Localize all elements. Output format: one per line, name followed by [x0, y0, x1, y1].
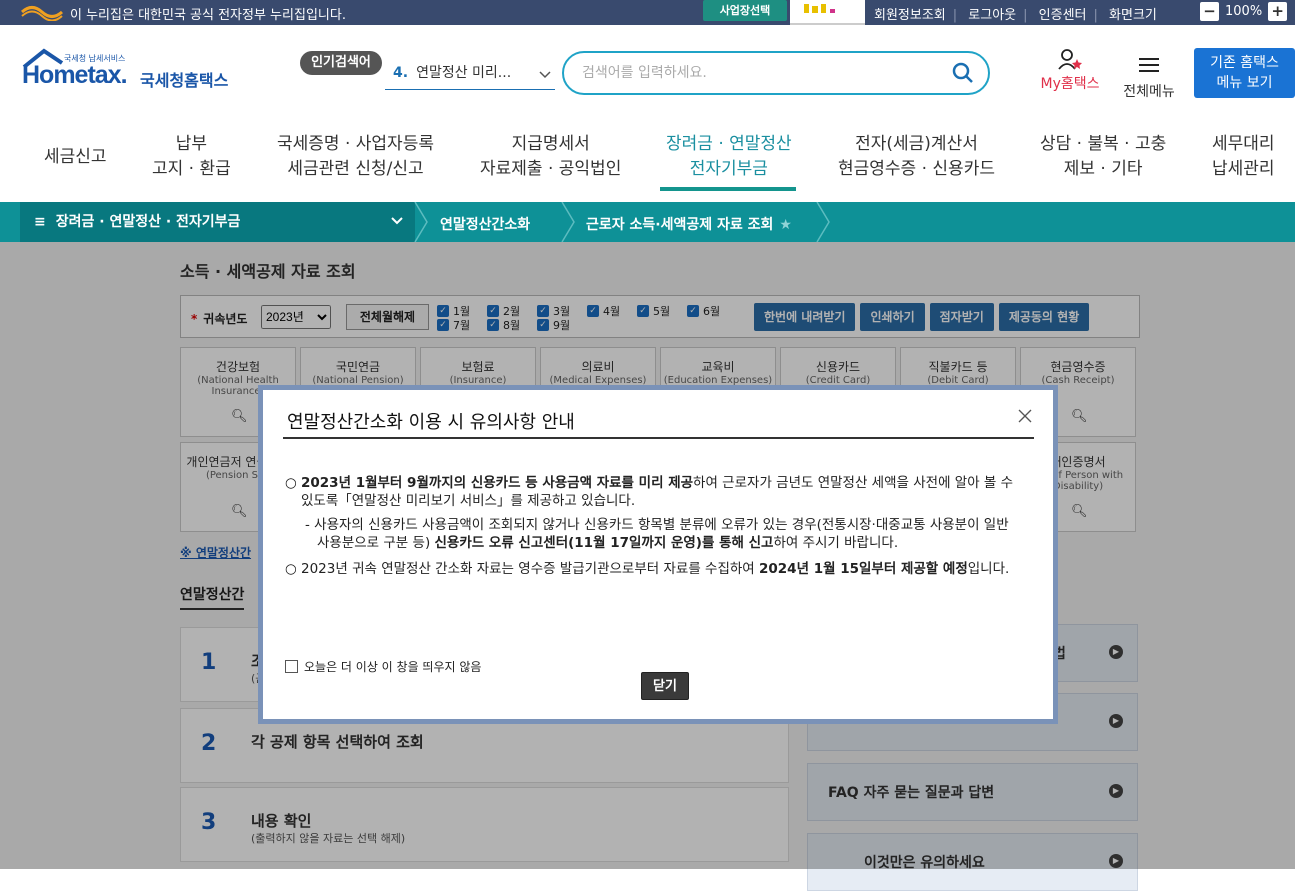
all-menu-button[interactable]: 전체메뉴 — [1118, 51, 1180, 101]
zoom-level: 100% — [1225, 4, 1263, 19]
nav-payment-statement[interactable]: 지급명세서자료제출 · 공익법인 — [480, 132, 621, 182]
nav-tax-report[interactable]: 세금신고 — [44, 145, 107, 170]
nav-tax-agent[interactable]: 세무대리납세관리 — [1212, 132, 1275, 182]
star-icon[interactable]: ★ — [779, 217, 792, 233]
breadcrumb-level1[interactable]: ≡ 장려금 · 연말정산 · 전자기부금 — [20, 202, 415, 242]
all-menu-label: 전체메뉴 — [1123, 84, 1175, 100]
active-nav-underline — [660, 187, 796, 191]
cert-center-link[interactable]: 인증센터 — [1039, 8, 1087, 23]
top-links: 회원정보조회 | 로그아웃 | 인증센터 | 화면크기 — [874, 8, 1157, 23]
dont-show-today-checkbox[interactable]: 오늘은 더 이상 이 창을 띄우지 않음 — [285, 658, 481, 675]
gov-banner-text: 이 누리집은 대한민국 공식 전자정부 누리집입니다. — [70, 8, 346, 23]
search-input[interactable] — [582, 63, 922, 83]
nav-certificate[interactable]: 국세증명 · 사업자등록세금관련 신청/신고 — [277, 132, 434, 182]
nav-label: 지급명세서 — [511, 134, 590, 154]
zoom-out-button[interactable]: − — [1200, 2, 1219, 21]
chevron-down-icon — [539, 71, 551, 79]
nav-label: 자료제출 · 공익법인 — [480, 159, 622, 179]
nav-label: 제보 · 기타 — [1063, 159, 1143, 179]
nav-label: 장려금 · 연말정산 — [666, 134, 792, 154]
close-button[interactable]: 닫기 — [641, 672, 689, 700]
breadcrumb-separator — [816, 202, 830, 242]
my-hometax-label: My홈택스 — [1040, 76, 1100, 92]
chevron-down-icon — [391, 217, 403, 225]
partner-logo — [790, 0, 865, 25]
nav-consultation[interactable]: 상담 · 불복 · 고충제보 · 기타 — [1040, 132, 1166, 182]
user-star-icon — [1058, 49, 1082, 70]
menu-icon: ≡ — [34, 214, 46, 230]
search-box — [562, 51, 990, 95]
logo-main-text: Hometax. — [22, 61, 128, 89]
nav-label: 전자기부금 — [689, 159, 768, 179]
breadcrumb: ≡ 장려금 · 연말정산 · 전자기부금 연말정산간소화 근로자 소득·세액공제 … — [0, 202, 1295, 242]
nav-label: 납부 — [175, 134, 208, 154]
nav-label: 납세관리 — [1212, 159, 1275, 179]
nav-payment[interactable]: 납부고지 · 환급 — [152, 132, 231, 182]
logout-link[interactable]: 로그아웃 — [968, 8, 1016, 23]
lhl-logo-icon — [804, 4, 835, 13]
popular-rank: 4. — [393, 65, 409, 81]
modal-body: ○ 2023년 1월부터 9월까지의 신용카드 등 사용금액 자료를 미리 제공하… — [285, 474, 1025, 584]
notice-paragraph-1: ○ 2023년 1월부터 9월까지의 신용카드 등 사용금액 자료를 미리 제공하… — [285, 475, 1014, 509]
nav-label: 현금영수증 · 신용카드 — [838, 159, 995, 179]
nav-label: 전자(세금)계산서 — [855, 134, 978, 154]
nav-label: 세무대리 — [1212, 134, 1275, 154]
checkbox-box[interactable] — [285, 660, 298, 673]
modal-divider — [283, 437, 1034, 439]
old-menu-line2: 메뉴 보기 — [1216, 75, 1273, 91]
screen-size-label: 화면크기 — [1109, 8, 1157, 23]
popular-search-select[interactable]: 4. 연말정산 미리... — [385, 60, 555, 90]
main-navigation: 세금신고 납부고지 · 환급 국세증명 · 사업자등록세금관련 신청/신고 지급… — [0, 120, 1295, 202]
popular-search-tag: 인기검색어 — [300, 51, 382, 75]
my-hometax-button[interactable]: My홈택스 — [1035, 47, 1105, 93]
old-menu-button[interactable]: 기존 홈택스 메뉴 보기 — [1194, 48, 1295, 98]
notice-sub-paragraph: - 사용자의 신용카드 사용금액이 조회되지 않거나 신용카드 항목별 분류에 … — [305, 517, 1009, 551]
breadcrumb-separator — [561, 202, 575, 242]
breadcrumb-level1-label: 장려금 · 연말정산 · 전자기부금 — [55, 214, 241, 230]
zoom-in-button[interactable]: + — [1268, 2, 1288, 21]
close-icon[interactable] — [1017, 408, 1033, 424]
checkbox-label: 오늘은 더 이상 이 창을 띄우지 않음 — [304, 660, 482, 674]
zoom-control: − 100% + — [1200, 2, 1288, 21]
popular-term: 연말정산 미리... — [416, 65, 512, 81]
business-select-button[interactable]: 사업장선택 — [703, 0, 787, 21]
nav-label: 고지 · 환급 — [152, 159, 231, 179]
modal-title: 연말정산간소화 이용 시 유의사항 안내 — [287, 412, 575, 433]
nav-label: 국세증명 · 사업자등록 — [277, 134, 434, 154]
hamburger-icon — [1139, 58, 1159, 72]
notice-modal: 연말정산간소화 이용 시 유의사항 안내 ○ 2023년 1월부터 9월까지의 신… — [258, 385, 1058, 724]
search-icon[interactable] — [952, 62, 974, 84]
gov-banner: 이 누리집은 대한민국 공식 전자정부 누리집입니다. 사업장선택 회원정보조회… — [0, 0, 1295, 25]
breadcrumb-separator — [414, 202, 428, 242]
logo-korean-text: 국세청홈택스 — [140, 71, 229, 90]
member-info-link[interactable]: 회원정보조회 — [874, 8, 946, 23]
breadcrumb-level2[interactable]: 연말정산간소화 — [440, 214, 530, 234]
breadcrumb-level3-label: 근로자 소득·세액공제 자료 조회 — [586, 217, 774, 233]
gov-emblem-icon — [20, 6, 64, 21]
nav-e-invoice[interactable]: 전자(세금)계산서현금영수증 · 신용카드 — [838, 132, 995, 182]
notice-paragraph-2: ○ 2023년 귀속 연말정산 간소화 자료는 영수증 발급기관으로부터 자료를 … — [285, 561, 1010, 577]
nav-label: 상담 · 불복 · 고충 — [1040, 134, 1167, 154]
nav-year-end-settlement[interactable]: 장려금 · 연말정산전자기부금 — [666, 132, 792, 182]
old-menu-line1: 기존 홈택스 — [1210, 55, 1279, 71]
breadcrumb-level3: 근로자 소득·세액공제 자료 조회 ★ — [586, 214, 792, 234]
nav-label: 세금관련 신청/신고 — [287, 159, 424, 179]
site-header: 국세청 납세서비스 Hometax. 국세청홈택스 인기검색어 4. 연말정산 미… — [0, 25, 1295, 120]
nav-label: 세금신고 — [44, 147, 107, 167]
